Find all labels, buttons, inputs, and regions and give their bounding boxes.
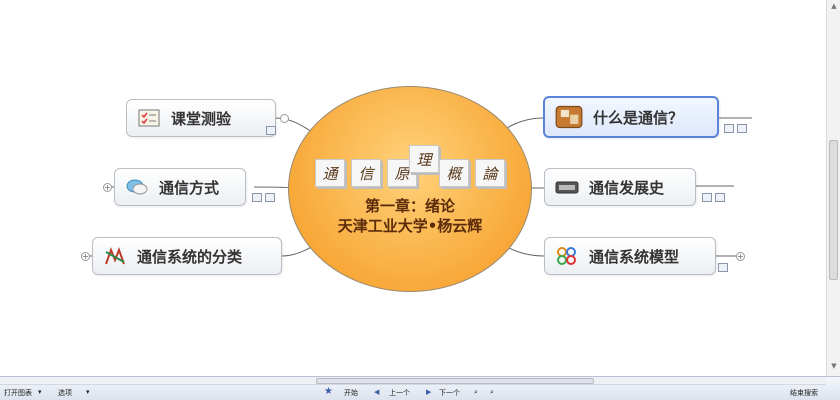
topic-label: 通信系统的分类	[137, 247, 243, 266]
expand-handle[interactable]: +	[103, 183, 112, 192]
attachment-icon[interactable]	[266, 126, 276, 135]
chevron-down-icon[interactable]: ▾	[38, 388, 42, 396]
note-icon[interactable]	[265, 193, 275, 202]
start-button[interactable]: 开始	[344, 388, 358, 398]
note-icon[interactable]	[715, 193, 725, 202]
search-icon[interactable]: ⌕	[474, 388, 478, 397]
expand-handle[interactable]: +	[736, 252, 745, 261]
prev-button[interactable]: 上一个	[389, 388, 410, 398]
note-icon[interactable]	[737, 124, 747, 133]
attachment-icon[interactable]	[702, 193, 712, 202]
next-button[interactable]: 下一个	[439, 388, 460, 398]
topic-label: 通信系统模型	[589, 247, 680, 266]
topic-history[interactable]: 通信发展史	[544, 168, 696, 206]
scroll-up-icon[interactable]: ▲	[829, 2, 839, 14]
topic-what-is[interactable]: 什么是通信？	[543, 96, 719, 138]
title-tile-1: 通	[315, 159, 345, 187]
note-icon[interactable]	[718, 263, 728, 272]
checklist-icon	[138, 109, 160, 127]
attachment-icon[interactable]	[252, 193, 262, 202]
prev-icon[interactable]: ◀	[374, 388, 379, 396]
network-icon	[105, 247, 125, 265]
scroll-thumb[interactable]	[316, 378, 594, 384]
topic-label: 什么是通信？	[593, 108, 684, 127]
scroll-thumb[interactable]	[829, 140, 838, 280]
photo-icon	[555, 105, 583, 129]
horizontal-scrollbar[interactable]	[0, 377, 826, 385]
title-tile-4: 理	[409, 145, 439, 173]
topic-classification[interactable]: 通信系统的分类	[92, 237, 282, 275]
title-tile-5: 概	[439, 159, 469, 187]
end-search-button[interactable]: 结束搜索	[790, 388, 818, 398]
star-icon[interactable]: ★	[324, 386, 333, 397]
chapter-title: 第一章：绪论	[364, 197, 455, 215]
next-icon[interactable]: ▶	[426, 388, 431, 396]
vertical-scrollbar[interactable]: ▲ ▼	[826, 0, 840, 376]
bottom-toolbar: 打开图表 ▾ 选项 ▾ ★ 开始 ◀ 上一个 ▶ 下一个 ⌕ ⌕ 结束搜索	[0, 376, 840, 400]
topic-quiz[interactable]: 课堂测验	[126, 99, 276, 137]
scroll-down-icon[interactable]: ▼	[829, 362, 839, 374]
expand-handle[interactable]	[280, 114, 289, 123]
mindmap-canvas[interactable]: 通 信 原 理 概 論 第一章：绪论 天津工业大学•杨云辉 课堂测验 通信方式 …	[0, 0, 826, 376]
author-line: 天津工业大学•杨云辉	[337, 217, 483, 235]
zoom-icon[interactable]: ⌕	[490, 388, 494, 397]
central-topic[interactable]: 通 信 原 理 概 論 第一章：绪论 天津工业大学•杨云辉	[288, 86, 532, 292]
chevron-down-icon[interactable]: ▾	[86, 388, 90, 396]
attachment-icon[interactable]	[724, 124, 734, 133]
title-tile-6: 論	[475, 159, 505, 187]
open-chart-menu[interactable]: 打开图表	[4, 388, 32, 398]
title-tile-2: 信	[351, 159, 381, 187]
topic-comm-mode[interactable]: 通信方式	[114, 168, 246, 206]
options-menu[interactable]: 选项	[58, 388, 72, 398]
hexagons-icon	[557, 247, 576, 265]
topic-model[interactable]: 通信系统模型	[544, 237, 716, 275]
device-icon	[555, 181, 579, 194]
topic-label: 课堂测验	[171, 109, 232, 128]
chat-bubbles-icon	[126, 179, 148, 195]
topic-label: 通信发展史	[589, 178, 665, 197]
expand-handle[interactable]: +	[81, 252, 90, 261]
topic-label: 通信方式	[159, 178, 220, 197]
